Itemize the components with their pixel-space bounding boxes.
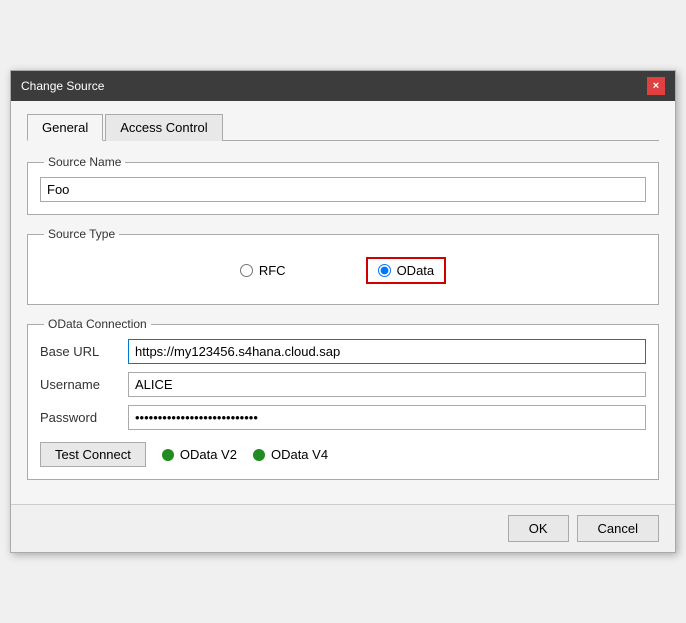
odata-connection-legend: OData Connection xyxy=(44,317,151,331)
base-url-label: Base URL xyxy=(40,344,120,359)
username-input[interactable] xyxy=(128,372,646,397)
title-bar: Change Source × xyxy=(11,71,675,101)
tab-bar: General Access Control xyxy=(27,113,659,141)
odata-v2-label: OData V2 xyxy=(180,447,237,462)
dialog-body: General Access Control Source Name Sourc… xyxy=(11,101,675,504)
base-url-input[interactable] xyxy=(128,339,646,364)
odata-v4-label: OData V4 xyxy=(271,447,328,462)
odata-option[interactable]: OData xyxy=(366,257,447,284)
odata-radio[interactable] xyxy=(378,264,391,277)
rfc-label: RFC xyxy=(259,263,286,278)
odata-fields-grid: Base URL Username Password xyxy=(40,339,646,430)
source-name-input[interactable] xyxy=(40,177,646,202)
rfc-option[interactable]: RFC xyxy=(240,263,286,278)
tab-general[interactable]: General xyxy=(27,114,103,141)
odata-v2-status: OData V2 xyxy=(162,447,237,462)
source-type-options: RFC OData xyxy=(40,249,646,292)
ok-button[interactable]: OK xyxy=(508,515,569,542)
password-label: Password xyxy=(40,410,120,425)
odata-connection-group: OData Connection Base URL Username Passw… xyxy=(27,317,659,480)
source-name-legend: Source Name xyxy=(44,155,125,169)
test-connect-button[interactable]: Test Connect xyxy=(40,442,146,467)
dialog-title: Change Source xyxy=(21,79,104,93)
close-button[interactable]: × xyxy=(647,77,665,95)
username-label: Username xyxy=(40,377,120,392)
tab-access-control[interactable]: Access Control xyxy=(105,114,222,141)
source-type-legend: Source Type xyxy=(44,227,119,241)
odata-v4-dot xyxy=(253,449,265,461)
odata-label: OData xyxy=(397,263,435,278)
rfc-radio[interactable] xyxy=(240,264,253,277)
source-name-group: Source Name xyxy=(27,155,659,215)
odata-v2-dot xyxy=(162,449,174,461)
source-type-group: Source Type RFC OData xyxy=(27,227,659,305)
change-source-dialog: Change Source × General Access Control S… xyxy=(10,70,676,553)
dialog-footer: OK Cancel xyxy=(11,504,675,552)
cancel-button[interactable]: Cancel xyxy=(577,515,659,542)
odata-v4-status: OData V4 xyxy=(253,447,328,462)
action-row: Test Connect OData V2 OData V4 xyxy=(40,442,646,467)
password-input[interactable] xyxy=(128,405,646,430)
